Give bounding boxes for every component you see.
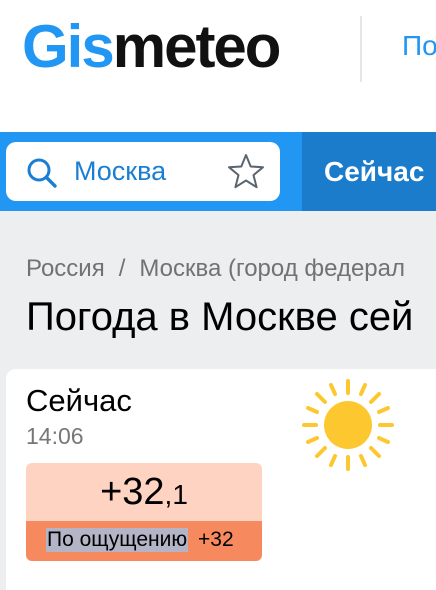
- page-title: Погода в Москве сей: [26, 295, 414, 339]
- feels-like-label: По ощущению: [46, 528, 189, 552]
- temperature-main: +32,1: [26, 463, 262, 521]
- search-bar: Сейчас: [0, 132, 436, 211]
- breadcrumb-moscow[interactable]: Москва (город федерал: [139, 255, 405, 282]
- feels-like-row: По ощущению +32: [26, 521, 262, 561]
- breadcrumb-russia[interactable]: Россия: [26, 255, 105, 282]
- breadcrumb: Россия / Москва (город федерал: [26, 255, 405, 283]
- site-header: Gis meteo По: [0, 0, 436, 132]
- current-weather-card[interactable]: Сейчас 14:06 +32,1 По ощущению +32: [6, 369, 430, 590]
- current-time: 14:06: [26, 423, 84, 449]
- search-box[interactable]: [6, 142, 280, 201]
- temperature-block: +32,1 По ощущению +32: [26, 463, 262, 561]
- temperature-integer: +32: [100, 471, 165, 513]
- sun-icon: [302, 379, 394, 471]
- current-weather-title: Сейчас: [26, 383, 132, 418]
- temperature-decimal: ,1: [164, 479, 188, 510]
- search-input[interactable]: [74, 151, 214, 191]
- logo-gis: Gis: [22, 12, 115, 80]
- header-divider: [360, 16, 362, 82]
- tab-now[interactable]: Сейчас: [302, 132, 436, 211]
- breadcrumb-separator: /: [118, 255, 126, 282]
- gismeteo-logo[interactable]: Gis meteo: [22, 6, 282, 86]
- search-icon[interactable]: [26, 157, 58, 189]
- feels-like-value: +32: [198, 528, 234, 551]
- star-icon[interactable]: [226, 152, 266, 192]
- header-nav-link[interactable]: По: [402, 30, 436, 62]
- logo-meteo: meteo: [112, 12, 282, 80]
- next-card-edge: [416, 369, 436, 590]
- main-content: Россия / Москва (город федерал Погода в Мо…: [0, 211, 436, 590]
